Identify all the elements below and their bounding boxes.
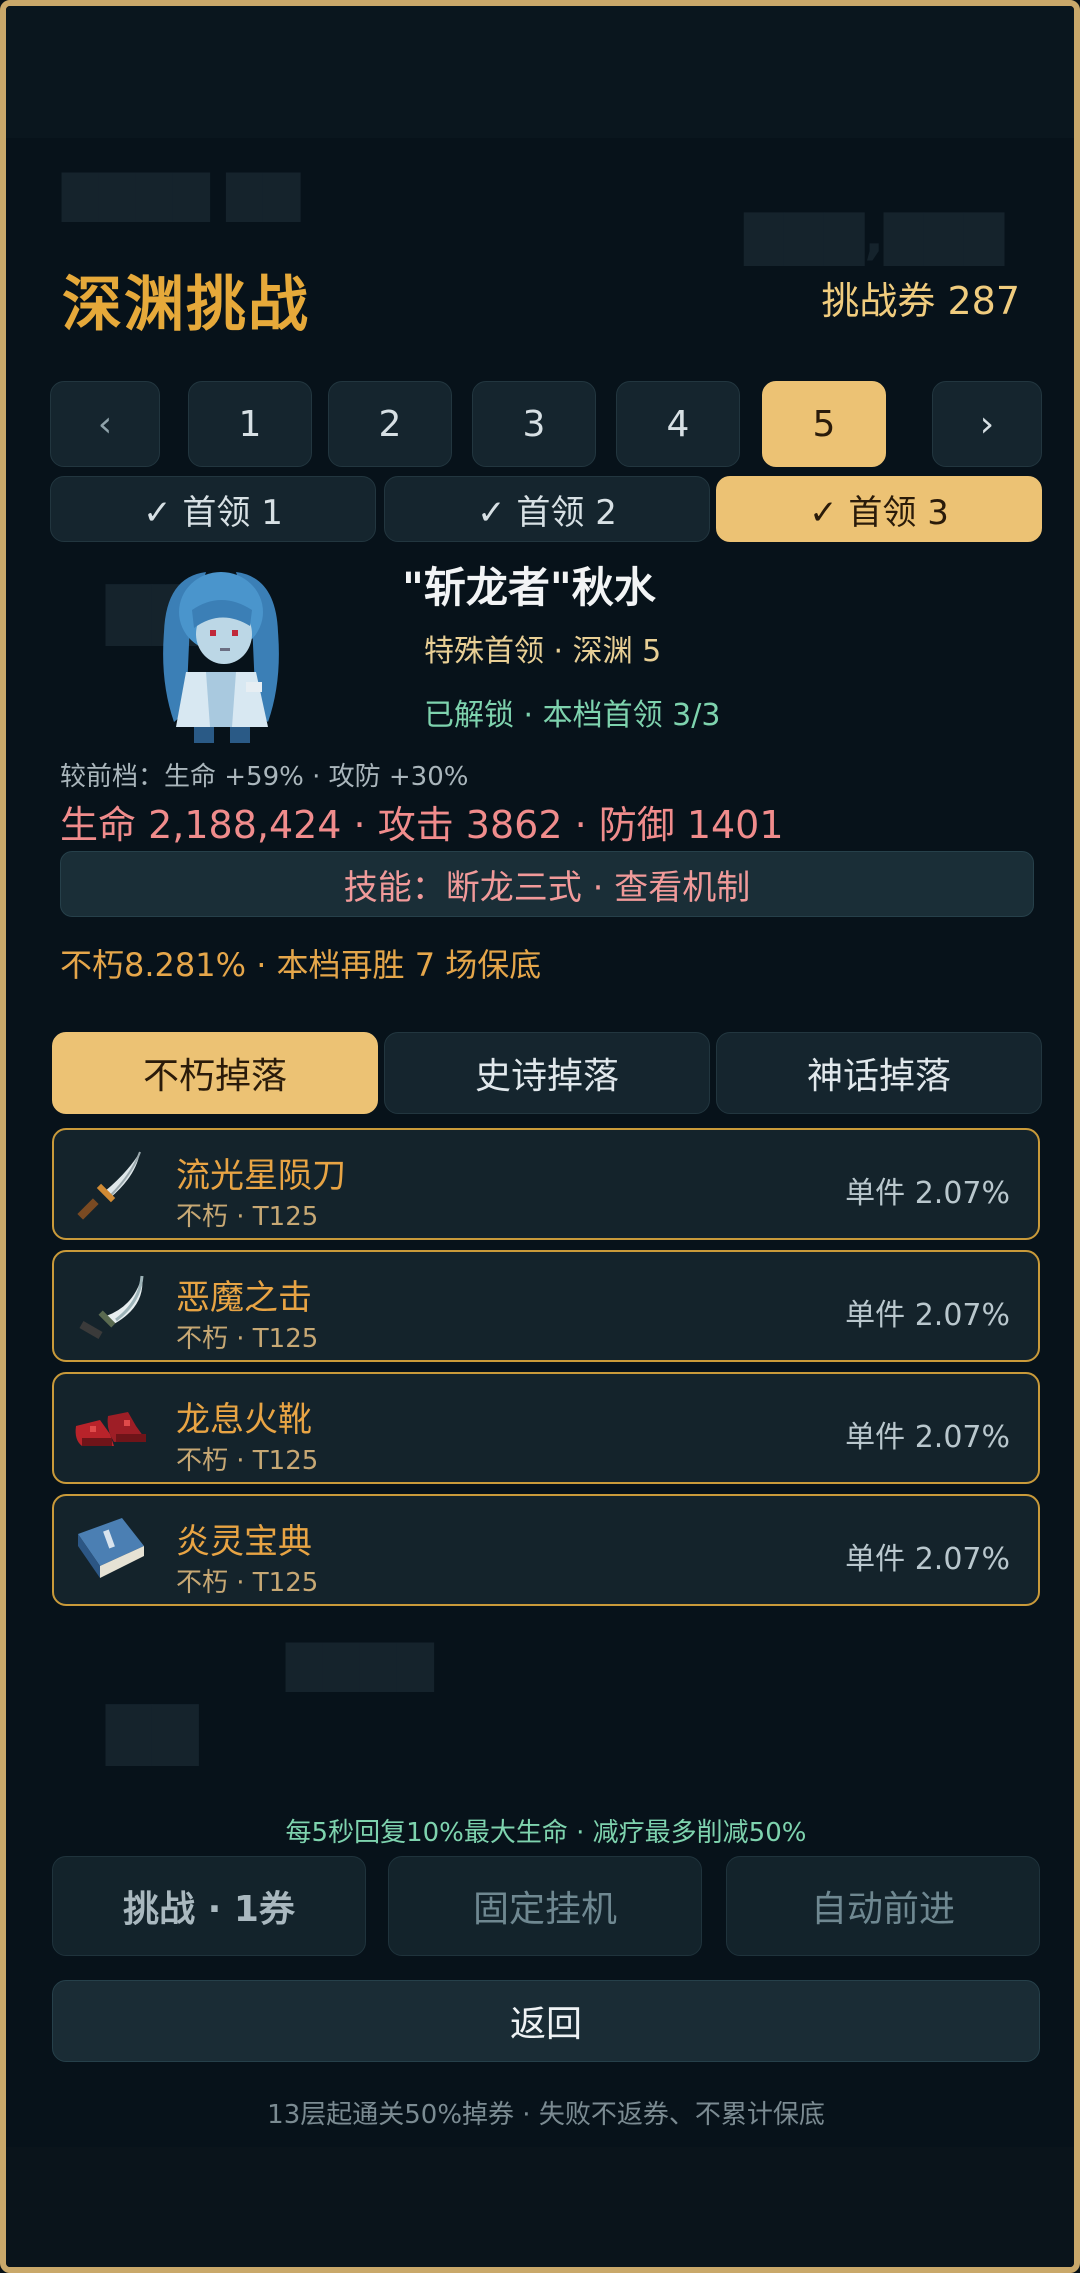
fixed-idle-button[interactable]: 固定挂机 (388, 1856, 702, 1956)
boots-icon (75, 1412, 146, 1446)
tab-epic-drops[interactable]: 史诗掉落 (384, 1032, 710, 1114)
background-decoration: ▇▇ (106, 1696, 199, 1766)
boss-tab-2[interactable]: ✓ 首领 2 (384, 476, 710, 542)
challenge-panel: ▇▇▇▇ ▇▇ ▇▇▇,▇▇▇ ▇▇ ▇▇▇▇ ▇▇ 深渊挑战 挑战券 287 … (0, 0, 1080, 2273)
drop-item-rate: 单件 2.07% (845, 1176, 1010, 1211)
background-decoration: ▇▇▇▇ (286, 1636, 434, 1692)
drop-item-name: 流光星陨刀 (176, 1156, 346, 1196)
bottom-bar (6, 2147, 1074, 2267)
drop-item-tier: 不朽 · T125 (176, 1446, 319, 1476)
drop-item-tier: 不朽 · T125 (176, 1324, 319, 1354)
page-button-2[interactable]: 2 (328, 381, 452, 467)
page-title: 深渊挑战 (62, 270, 310, 340)
drop-item-name: 炎灵宝典 (176, 1522, 312, 1562)
page-button-1[interactable]: 1 (188, 381, 312, 467)
tab-immortal-drops[interactable]: 不朽掉落 (52, 1032, 378, 1114)
book-icon (78, 1518, 144, 1578)
sword-icon (77, 1151, 141, 1220)
drop-item[interactable]: 龙息火靴 不朽 · T125 单件 2.07% (52, 1372, 1040, 1484)
page-button-4[interactable]: 4 (616, 381, 740, 467)
drop-item-tier: 不朽 · T125 (176, 1568, 319, 1598)
auto-advance-button[interactable]: 自动前进 (726, 1856, 1040, 1956)
top-bar (6, 6, 1074, 138)
drop-item[interactable]: 恶魔之击 不朽 · T125 单件 2.07% (52, 1250, 1040, 1362)
drop-item-rate: 单件 2.07% (845, 1298, 1010, 1333)
drop-item-rate: 单件 2.07% (845, 1420, 1010, 1455)
tab-mythic-drops[interactable]: 神话掉落 (716, 1032, 1042, 1114)
drop-item-name: 龙息火靴 (176, 1400, 312, 1440)
footnote: 13层起通关50%掉券 · 失败不返券、不累计保底 (267, 2100, 825, 2130)
boss-stats: 生命 2,188,424 · 攻击 3862 · 防御 1401 (60, 803, 784, 847)
drop-item[interactable]: 流光星陨刀 不朽 · T125 单件 2.07% (52, 1128, 1040, 1240)
regen-note: 每5秒回复10%最大生命 · 减疗最多削减50% (285, 1818, 807, 1848)
drop-item-name: 恶魔之击 (176, 1278, 312, 1318)
boss-unlock-status: 已解锁 · 本档首领 3/3 (424, 698, 721, 733)
boss-tab-3[interactable]: ✓ 首领 3 (716, 476, 1042, 542)
drop-item-rate: 单件 2.07% (845, 1542, 1010, 1577)
drop-item[interactable]: 炎灵宝典 不朽 · T125 单件 2.07% (52, 1494, 1040, 1606)
skill-button[interactable]: 技能：断龙三式 · 查看机制 (60, 851, 1034, 917)
page-button-5[interactable]: 5 (762, 381, 886, 467)
ticket-count: 挑战券 287 (821, 270, 1020, 325)
challenge-button[interactable]: 挑战 · 1券 (52, 1856, 366, 1956)
ticket-label: 挑战券 (821, 279, 936, 323)
prev-page-button[interactable]: ‹ (50, 381, 160, 467)
boss-name: "斩龙者"秋水 (402, 563, 656, 612)
scimitar-icon (79, 1275, 144, 1339)
back-button[interactable]: 返回 (52, 1980, 1040, 2062)
boss-type: 特殊首领 · 深渊 5 (424, 634, 662, 669)
next-page-button[interactable]: › (932, 381, 1042, 467)
tier-comparison: 较前档：生命 +59% · 攻防 +30% (60, 762, 469, 792)
background-decoration: ▇▇▇▇ ▇▇ (62, 166, 301, 222)
ticket-value: 287 (947, 279, 1020, 323)
boss-tab-1[interactable]: ✓ 首领 1 (50, 476, 376, 542)
page-button-3[interactable]: 3 (472, 381, 596, 467)
background-decoration: ▇▇▇,▇▇▇ (744, 206, 1004, 266)
drop-item-tier: 不朽 · T125 (176, 1202, 319, 1232)
drop-guarantee: 不朽8.281% · 本档再胜 7 场保底 (60, 946, 542, 984)
boss-portrait (163, 572, 279, 743)
